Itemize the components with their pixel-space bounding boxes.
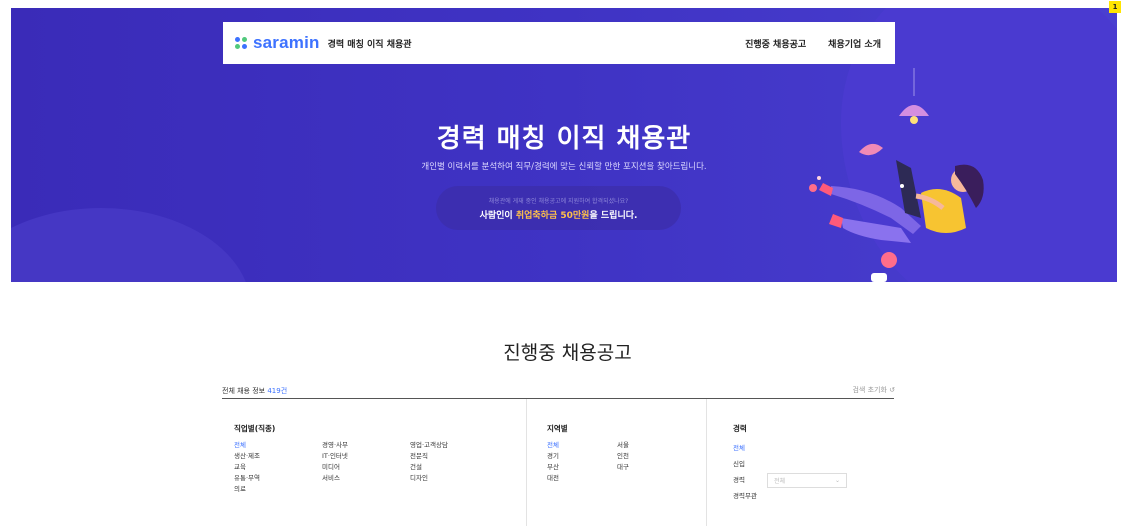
career-filter-heading: 경력 — [733, 424, 747, 433]
job-option[interactable]: IT·인터넷 — [322, 451, 410, 461]
career-years-select[interactable]: 전체 ⌄ — [766, 472, 847, 488]
woman-with-laptop-illustration — [809, 68, 984, 282]
annotation-badge: 1 — [1109, 1, 1121, 13]
job-option[interactable]: 의료 — [234, 484, 322, 494]
job-option[interactable]: 경영·사무 — [322, 440, 410, 450]
filter-panel: 직업별(직종) 전체 경영·사무 영업·고객상담 생산·제조 IT·인터넷 전문… — [222, 398, 894, 526]
region-option[interactable]: 대전 — [547, 473, 617, 483]
region-option[interactable]: 대구 — [617, 462, 687, 472]
region-filter-heading: 지역별 — [547, 424, 568, 433]
promo-highlight: 취업축하금 50만원 — [515, 211, 590, 221]
job-option[interactable]: 건설 — [410, 462, 498, 472]
job-option[interactable]: 유통·무역 — [234, 473, 322, 483]
service-title[interactable]: 경력 매칭 이직 채용관 — [328, 37, 412, 50]
job-option[interactable]: 디자인 — [410, 473, 498, 483]
result-count: 419건 — [267, 387, 288, 395]
job-filter-heading: 직업별(직종) — [234, 424, 276, 433]
career-option-any[interactable]: 경력무관 — [733, 488, 882, 504]
decorative-blob — [11, 208, 251, 282]
region-filter-column: 지역별 전체 서울 경기 인천 부산 대구 대전 — [527, 399, 707, 526]
promo-banner[interactable]: 채용관에 게재 중인 채용공고에 지원하여 합격되셨나요? 사람인이 취업축하금… — [436, 186, 681, 230]
career-option-all[interactable]: 전체 — [733, 440, 882, 456]
section-title: 진행중 채용공고 — [503, 342, 632, 364]
logo-text: saramin — [253, 33, 320, 52]
career-option-entry[interactable]: 신입 — [733, 456, 882, 472]
promo-text: 사람인이 취업축하금 50만원을 드립니다. — [479, 211, 638, 221]
region-option[interactable]: 경기 — [547, 451, 617, 461]
top-navigation-bar: saramin 경력 매칭 이직 채용관 진행중 채용공고 채용기업 소개 — [223, 22, 895, 64]
job-option[interactable]: 영업·고객상담 — [410, 440, 498, 450]
nav-company-intro[interactable]: 채용기업 소개 — [828, 37, 881, 50]
hero-banner: saramin 경력 매칭 이직 채용관 진행중 채용공고 채용기업 소개 경력… — [11, 8, 1117, 282]
job-option[interactable]: 전문직 — [410, 451, 498, 461]
reset-search-button[interactable]: 검색 초기화 ↺ — [852, 385, 895, 395]
region-option[interactable]: 부산 — [547, 462, 617, 472]
career-years-value: 전체 — [773, 477, 786, 485]
job-option-all[interactable]: 전체 — [234, 440, 322, 450]
promo-question: 채용관에 게재 중인 채용공고에 지원하여 합격되셨나요? — [488, 198, 629, 205]
chevron-down-icon: ⌄ — [834, 476, 840, 484]
job-option[interactable]: 생산·제조 — [234, 451, 322, 461]
result-summary: 전체 채용 정보 419건 — [222, 387, 288, 395]
saramin-logo[interactable]: saramin — [235, 33, 320, 53]
main-nav: 진행중 채용공고 채용기업 소개 — [745, 37, 881, 50]
career-option-experienced[interactable]: 경력 — [733, 472, 745, 488]
page: saramin 경력 매칭 이직 채용관 진행중 채용공고 채용기업 소개 경력… — [0, 0, 1135, 526]
career-experienced-row: 경력 전체 ⌄ — [733, 472, 882, 488]
region-option-all[interactable]: 전체 — [547, 440, 617, 450]
career-filter-column: 경력 전체 신입 경력 전체 ⌄ 경력무관 — [707, 399, 894, 526]
job-option[interactable]: 서비스 — [322, 473, 410, 483]
job-filter-column: 직업별(직종) 전체 경영·사무 영업·고객상담 생산·제조 IT·인터넷 전문… — [222, 399, 527, 526]
job-option[interactable]: 교육 — [234, 462, 322, 472]
logo-dots-icon — [235, 37, 247, 49]
region-option[interactable]: 인천 — [617, 451, 687, 461]
job-option[interactable]: 미디어 — [322, 462, 410, 472]
nav-active-postings[interactable]: 진행중 채용공고 — [745, 37, 806, 50]
region-option[interactable]: 서울 — [617, 440, 687, 450]
